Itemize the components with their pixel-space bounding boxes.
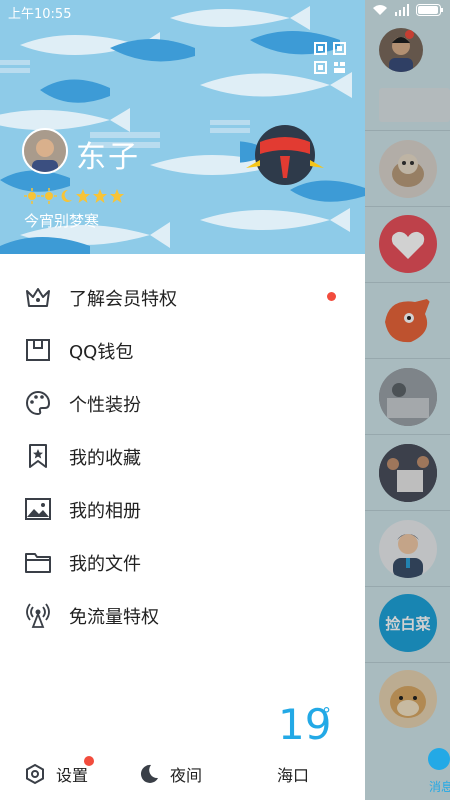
palette-icon — [26, 390, 51, 416]
profile-avatar[interactable] — [22, 128, 68, 174]
level-badges[interactable] — [24, 188, 125, 204]
background-conversation-list: 捡白菜 — [365, 0, 450, 800]
profile-nickname[interactable]: 东子 — [76, 132, 140, 176]
profile-signature[interactable]: 今宵别梦寒 — [24, 210, 99, 231]
sun-level-icon — [41, 188, 57, 204]
menu-item-favorites[interactable]: 我的收藏 — [0, 429, 365, 482]
signal-tower-icon — [26, 603, 50, 628]
image-icon — [25, 498, 51, 520]
night-mode-button[interactable]: 夜间 — [138, 762, 202, 786]
menu-item-label: 了解会员特权 — [69, 289, 177, 310]
menu-item-files[interactable]: 我的文件 — [0, 535, 365, 588]
chat-bubble-icon — [428, 748, 450, 770]
profile-header: 东子 今宵别梦寒 — [0, 0, 365, 254]
menu-item-qq-wallet[interactable]: QQ钱包 — [0, 323, 365, 376]
settings-label: 设置 — [56, 766, 89, 785]
wifi-icon — [373, 5, 387, 15]
settings-button[interactable]: 设置 — [24, 762, 88, 786]
weather-city[interactable]: 海口 — [277, 762, 309, 786]
status-bar: 上午10:55 — [0, 0, 450, 24]
status-time: 上午10:55 — [8, 7, 72, 22]
menu-item-label: 我的相册 — [69, 501, 141, 522]
weather-city-label: 海口 — [277, 766, 310, 785]
drawer-menu: 了解会员特权 QQ钱包 个性装扮 我的收藏 我的相册 我的文件 免流量特权 — [0, 270, 365, 641]
menu-item-label: 我的文件 — [69, 554, 141, 575]
dim-overlay — [365, 0, 450, 800]
wallet-icon — [26, 339, 50, 361]
cell-signal-icon — [395, 4, 409, 16]
moon-level-icon — [61, 189, 72, 202]
star-level-icon — [76, 189, 90, 203]
tab-messages[interactable]: 消息 — [425, 748, 450, 794]
tab-messages-label: 消息 — [429, 780, 450, 794]
menu-item-label: 我的收藏 — [69, 448, 141, 469]
menu-item-label: QQ钱包 — [69, 342, 134, 363]
menu-item-vip-privileges[interactable]: 了解会员特权 — [0, 270, 365, 323]
bookmark-star-icon — [29, 444, 47, 468]
settings-hexagon-icon — [26, 763, 44, 785]
moon-icon — [140, 764, 158, 783]
status-icons — [372, 4, 444, 16]
menu-item-personalize[interactable]: 个性装扮 — [0, 376, 365, 429]
menu-item-album[interactable]: 我的相册 — [0, 482, 365, 535]
settings-notification-dot — [84, 756, 94, 766]
folder-icon — [25, 553, 51, 573]
side-drawer: 东子 今宵别梦寒 了解会员特权 QQ钱包 个性装扮 我的收藏 我的相册 我的文件… — [0, 0, 365, 800]
star-level-icon — [93, 189, 107, 203]
night-mode-label: 夜间 — [170, 766, 203, 785]
menu-item-label: 免流量特权 — [69, 607, 159, 628]
star-level-icon — [110, 189, 124, 203]
menu-item-label: 个性装扮 — [69, 395, 141, 416]
qr-code-icon[interactable] — [314, 42, 346, 74]
notification-dot — [327, 292, 336, 301]
crown-icon — [26, 288, 50, 307]
menu-item-free-data[interactable]: 免流量特权 — [0, 588, 365, 641]
drawer-bottom-bar: 设置 夜间 海口 — [0, 752, 365, 792]
weather-degree-unit: ° — [322, 704, 331, 725]
battery-icon — [416, 4, 443, 16]
sun-level-icon — [24, 188, 40, 204]
penguin-mascot — [200, 120, 330, 194]
